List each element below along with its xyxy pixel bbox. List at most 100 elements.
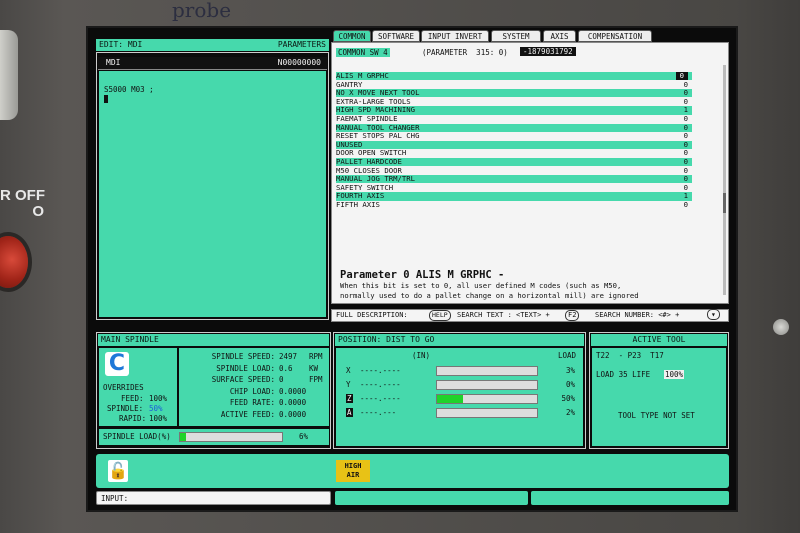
units-label: (IN) <box>412 351 431 360</box>
spindle-load-fill <box>180 433 187 441</box>
power-off-label: R OFF O <box>0 187 45 220</box>
text-cursor <box>104 95 108 103</box>
parameter-row[interactable]: ALIS M GRPHC 0 <box>336 71 692 81</box>
feed-override-label: FEED: <box>121 394 144 403</box>
input-field[interactable]: INPUT: <box>96 491 331 505</box>
spindle-override-value: 50% <box>149 404 163 413</box>
spindle-stat-label: ACTIVE FEED: <box>220 409 275 419</box>
spindle-stat-value: 2497 <box>279 352 298 361</box>
handwritten-label: probe <box>172 0 232 22</box>
parameter-number: (PARAMETER 315: 0) <box>422 48 508 57</box>
status-bar: 🔓 HIGH AIR <box>96 454 729 488</box>
spindle-stat-value: 0.0000 <box>279 386 307 396</box>
mdi-title-bar: MDI N00000000 <box>98 57 327 70</box>
tab-compensation[interactable]: COMPENSATION <box>578 30 652 42</box>
selector-knob[interactable] <box>0 30 18 120</box>
spindle-stat-unit: RPM <box>309 352 323 361</box>
tool-life-percent: 100% <box>664 370 685 379</box>
position-title: POSITION: DIST TO GO <box>335 334 584 346</box>
tab-system[interactable]: SYSTEM <box>491 30 541 42</box>
panel-screw <box>773 319 789 335</box>
tool-load-life-label: LOAD 35 LIFE <box>596 370 651 379</box>
spindle-stat-unit: FPM <box>309 375 323 384</box>
mdi-editor[interactable]: S5000 M03 ; <box>99 71 326 317</box>
spindle-stat-label: SURFACE SPEED: <box>211 375 275 384</box>
help-key[interactable]: HELP <box>429 310 451 321</box>
tab-axis[interactable]: AXIS <box>543 30 576 42</box>
message-area-1 <box>335 491 528 505</box>
scrollbar[interactable] <box>723 65 726 295</box>
axis-load-bar <box>436 366 538 376</box>
scrollbar-thumb[interactable] <box>723 193 726 213</box>
description-title: Parameter 0 ALIS M GRPHC - <box>340 269 505 281</box>
spindle-load-bar <box>179 432 283 442</box>
spindle-stat-value: 0.6 <box>279 363 293 373</box>
axis-name: Z <box>346 394 353 403</box>
active-tool-title: ACTIVE TOOL <box>591 334 727 346</box>
axis-load-bar <box>436 380 538 390</box>
spindle-stat-label: FEED RATE: <box>229 398 275 407</box>
axis-name: A <box>346 408 353 417</box>
parameter-row[interactable]: RESET STOPS PAL CHG 0 <box>336 131 692 140</box>
parameter-value-field[interactable]: -1879031792 <box>520 47 576 56</box>
spindle-stat-label: SPINDLE SPEED: <box>211 352 275 361</box>
rapid-override-label: RAPID: <box>119 414 147 423</box>
axis-load-percent: 3% <box>565 366 575 375</box>
common-sw-label: COMMON SW 4 <box>336 48 390 57</box>
main-spindle-title: MAIN SPINDLE <box>98 334 329 346</box>
parameter-row[interactable]: FOURTH AXIS 1 <box>336 192 692 201</box>
tab-software[interactable]: SOFTWARE <box>372 30 420 42</box>
tab-input-invert[interactable]: INPUT INVERT <box>421 30 489 42</box>
chevron-down-icon[interactable]: ▾ <box>707 309 720 320</box>
mdi-title: MDI <box>106 58 121 67</box>
mdi-pane: MDI N00000000 S5000 M03 ; <box>96 52 329 320</box>
spindle-stat-label: CHIP LOAD: <box>229 386 275 396</box>
input-label: INPUT: <box>101 494 129 503</box>
spindle-stat-unit: KW <box>309 363 319 373</box>
mdi-mode-label: EDIT: MDI <box>99 40 143 49</box>
sequence-number: N00000000 <box>277 58 321 67</box>
axis-load-percent: 50% <box>561 394 575 403</box>
parameter-value: 0 <box>683 200 688 209</box>
lock-icon[interactable]: 🔓 <box>108 460 128 482</box>
spindle-load-row: SPINDLE LOAD(%) 6% <box>99 429 329 445</box>
feed-override-value: 100% <box>149 394 168 403</box>
position-pane: POSITION: DIST TO GO (IN) LOAD X ----.---… <box>333 332 586 449</box>
search-number-label: SEARCH NUMBER: <#> + <box>595 311 680 319</box>
spindle-stat-label: SPINDLE LOAD: <box>216 363 275 373</box>
parameter-list: ALIS M GRPHC 0 GANTRY 0 NO X MOVE NEXT TOOL 0… <box>332 71 702 212</box>
load-label: LOAD <box>558 351 577 360</box>
message-area-2 <box>531 491 729 505</box>
spindle-rotation-icon: C <box>105 352 129 376</box>
spindle-override-label: SPINDLE: <box>107 404 144 413</box>
active-tool-pane: ACTIVE TOOL T22 - P23 T17 LOAD 35 LIFE 1… <box>589 332 729 449</box>
axis-load-bar <box>436 408 538 418</box>
parameters-pane: COMMON SW 4 (PARAMETER 315: 0) -18790317… <box>331 42 729 304</box>
active-tool-body: T22 - P23 T17 LOAD 35 LIFE 100% TOOL TYP… <box>592 348 726 446</box>
high-air-indicator: HIGH AIR <box>336 460 370 482</box>
position-body: (IN) LOAD X ----.---- 3% Y ----.---- 0% Z ----.… <box>336 348 583 446</box>
parameter-row[interactable]: FIFTH AXIS 0 <box>336 200 692 209</box>
mdi-parameters-label: PARAMETERS <box>277 40 326 49</box>
description-line-2: normally used to do a pallet change on a… <box>340 291 639 300</box>
tool-pocket-info: T22 - P23 T17 <box>596 351 664 360</box>
rapid-override-value: 100% <box>149 414 168 423</box>
mdi-header: EDIT: MDI PARAMETERS <box>96 39 329 51</box>
spindle-stat-value: 0.0000 <box>279 398 307 407</box>
tab-common[interactable]: COMMON <box>333 30 371 42</box>
parameter-row[interactable]: SAFETY SWITCH 0 <box>336 183 692 192</box>
help-bar: FULL DESCRIPTION: HELP SEARCH TEXT : <TE… <box>331 309 729 322</box>
axis-distance: ----.---- <box>360 394 401 403</box>
f2-key[interactable]: F2 <box>565 310 580 321</box>
axis-name: X <box>346 366 351 375</box>
main-spindle-pane: MAIN SPINDLE C OVERRIDES FEED: 100% SPIN… <box>96 332 331 449</box>
full-description-label: FULL DESCRIPTION: <box>336 311 408 319</box>
axis-load-fill <box>437 395 463 403</box>
tool-type-status: TOOL TYPE NOT SET <box>618 411 695 420</box>
spindle-stat-value: 0.0000 <box>279 409 307 419</box>
axis-load-percent: 0% <box>565 380 575 389</box>
spindle-stats: SPINDLE SPEED: 2497 RPM SPINDLE LOAD: 0.6 KW S… <box>179 348 329 426</box>
description-line-1: When this bit is set to 0, all user defi… <box>340 281 622 290</box>
overrides-label: OVERRIDES <box>103 383 144 392</box>
axis-load-bar <box>436 394 538 404</box>
